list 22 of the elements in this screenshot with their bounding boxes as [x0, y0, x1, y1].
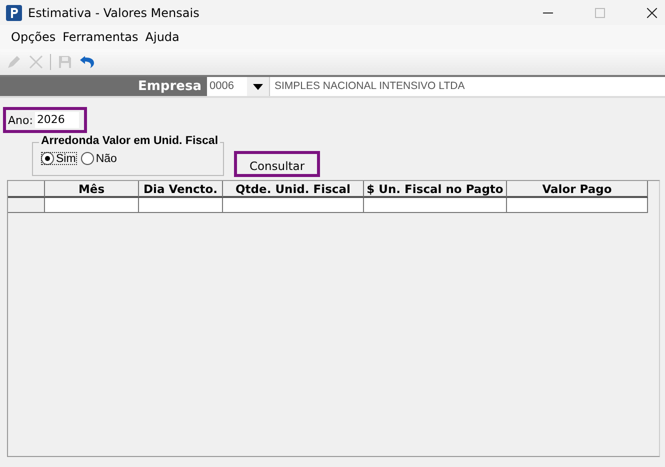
group-title: Arredonda Valor em Unid. Fiscal [39, 135, 220, 147]
year-label: Ano: [8, 114, 33, 126]
menu-item[interactable]: Ferramentas [62, 30, 138, 44]
column-header[interactable]: $ Un. Fiscal no Pagto [364, 181, 507, 198]
caret-icon [253, 84, 264, 90]
column-header[interactable]: Qtde. Unid. Fiscal [223, 181, 364, 198]
company-name-field: SIMPLES NACIONAL INTENSIVO LTDA [270, 77, 665, 96]
undo-icon[interactable] [79, 54, 95, 70]
company-label: Empresa [138, 79, 202, 94]
column-header[interactable]: Mês [45, 181, 139, 198]
column-header[interactable]: Dia Vencto. [139, 181, 223, 198]
radio-option[interactable]: Não [80, 152, 117, 165]
radio-option[interactable]: Sim [41, 152, 77, 165]
menu-item[interactable]: Opções [11, 30, 56, 44]
year-field[interactable]: 2026 [34, 112, 79, 128]
window-title: Estimativa - Valores Mensais [28, 6, 200, 20]
dropdown-button[interactable] [247, 77, 270, 96]
company-code-field[interactable]: 0006 [207, 77, 248, 96]
menu-item[interactable]: Ajuda [145, 30, 180, 44]
column-header[interactable]: Valor Pago [507, 181, 648, 198]
app-logo-icon [6, 4, 22, 20]
close-icon[interactable] [647, 8, 657, 18]
